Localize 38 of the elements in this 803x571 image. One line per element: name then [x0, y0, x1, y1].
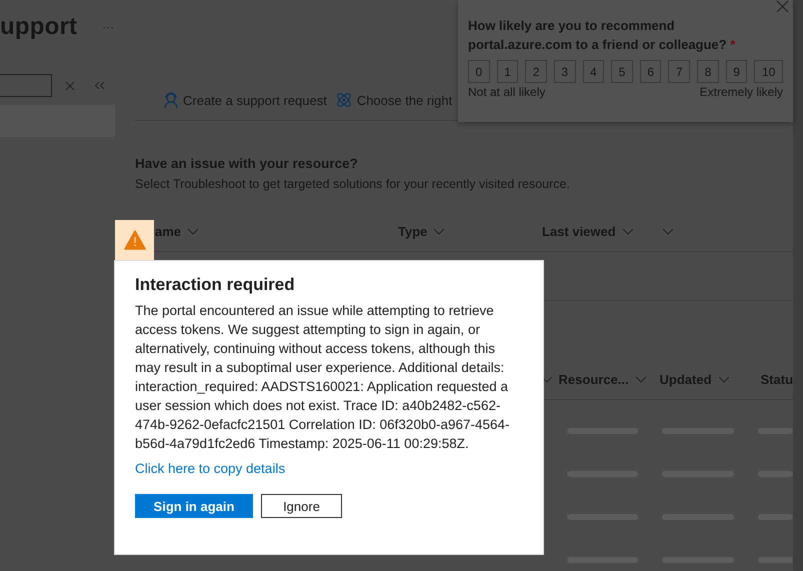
chevron-down-icon: [634, 376, 647, 382]
rating-option[interactable]: 1: [496, 60, 518, 83]
atom-icon: [334, 91, 353, 109]
chevron-down-icon: [433, 228, 446, 234]
rating-option[interactable]: 5: [611, 60, 633, 83]
rating-option[interactable]: 6: [640, 60, 662, 83]
ignore-button[interactable]: Ignore: [261, 494, 342, 518]
search-field[interactable]: [0, 74, 52, 97]
collapse-icon[interactable]: [94, 81, 105, 90]
rating-option[interactable]: 8: [697, 60, 719, 83]
dialog-message: The portal encountered an issue while attempting to retrieve access tokens. We suggest attempting to sign in again, or alternatively, continuing without access tokens, although this may result in a suboptimal user experience. Additional details: interaction_required: AADSTS160021: Application requested a user session which does not exist. Trace ID: a40b2482-c562-474b-9262-0efacfc21501 Correlation ID: 06f320b0-a967-4564-b56d-4a79d1fc2ed6 Timestamp: 2025-06-11 00:29:58Z.: [135, 302, 511, 453]
chevron-down-icon: [718, 376, 730, 382]
chevron-down-icon: [622, 228, 634, 234]
rating-option[interactable]: 3: [554, 60, 576, 83]
person-icon: [163, 92, 179, 108]
scale-low-label: Not at all likely: [468, 85, 546, 99]
loading-placeholder: [758, 471, 793, 477]
rating-option[interactable]: 4: [582, 60, 604, 83]
rating-option[interactable]: 9: [726, 60, 748, 83]
close-icon[interactable]: [776, 0, 789, 13]
chevron-down-icon: [662, 228, 674, 234]
close-icon[interactable]: [65, 80, 75, 90]
dialog-title: Interaction required: [135, 275, 296, 295]
column-header[interactable]: [662, 228, 674, 234]
loading-placeholder: [758, 428, 793, 434]
rating-option[interactable]: 2: [525, 60, 547, 83]
more-options[interactable]: ···: [102, 20, 114, 34]
loading-placeholder: [758, 557, 793, 563]
survey-question: How likely are you to recommend portal.azure.com to a friend or colleague? *: [468, 17, 736, 54]
chevron-down-icon: [187, 228, 200, 234]
sign-in-button[interactable]: Sign in again: [135, 494, 253, 518]
scale-high-label: Extremely likely: [700, 85, 783, 99]
copy-details-link[interactable]: Click here to copy details: [135, 461, 286, 476]
warning-icon: [115, 220, 154, 260]
rating-option[interactable]: 10: [754, 60, 783, 83]
rating-option[interactable]: 7: [668, 60, 690, 83]
loading-placeholder: [758, 514, 793, 520]
rating-option[interactable]: 0: [468, 60, 490, 83]
